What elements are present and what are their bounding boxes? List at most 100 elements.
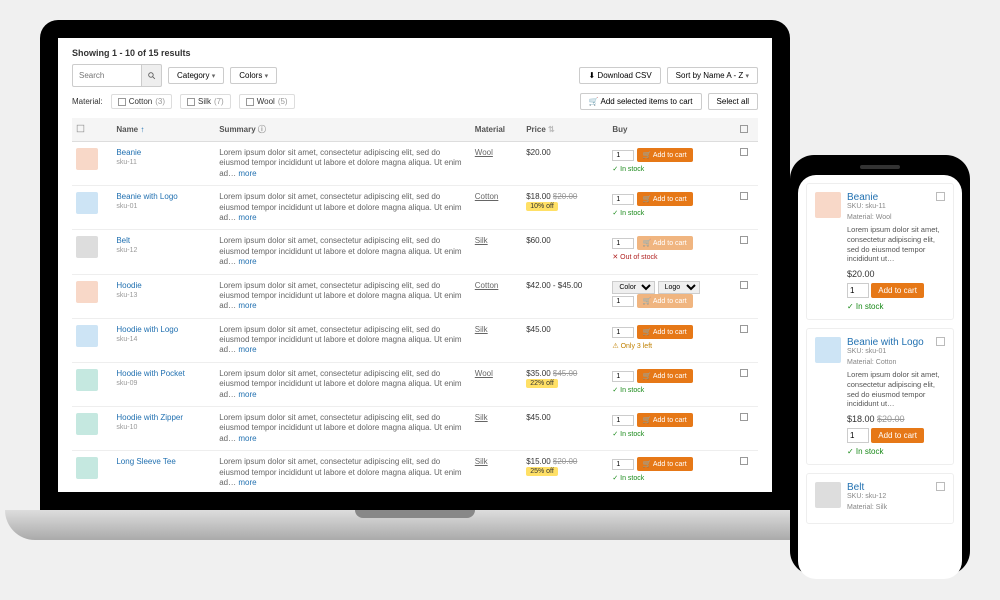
material-tag[interactable]: Wool (475, 148, 493, 157)
add-to-cart-button[interactable]: 🛒 Add to cart (637, 325, 693, 339)
material-tag[interactable]: Silk (475, 457, 488, 466)
row-checkbox[interactable] (936, 482, 945, 491)
add-to-cart-button[interactable]: 🛒 Add to cart (637, 369, 693, 383)
row-checkbox[interactable] (936, 337, 945, 346)
quantity-input[interactable] (612, 194, 634, 205)
more-link[interactable]: more (238, 257, 256, 266)
product-name-link[interactable]: Belt (116, 236, 130, 245)
product-name-link[interactable]: Beanie with Logo (116, 192, 177, 201)
quantity-input[interactable] (847, 428, 869, 443)
discount-badge: 25% off (526, 467, 558, 476)
product-name-link[interactable]: Hoodie with Pocket (116, 369, 184, 378)
product-name-link[interactable]: Long Sleeve Tee (116, 457, 175, 466)
product-thumbnail[interactable] (76, 413, 98, 435)
more-link[interactable]: more (238, 345, 256, 354)
product-thumbnail[interactable] (76, 236, 98, 258)
image-icon (76, 124, 85, 133)
price-cell: $20.00 (522, 142, 608, 186)
product-sku: sku-13 (116, 292, 137, 299)
col-name[interactable]: Name ↑ (112, 118, 215, 142)
quantity-input[interactable] (612, 150, 634, 161)
add-selected-button[interactable]: 🛒 Add selected items to cart (580, 93, 702, 110)
filter-chip-silk[interactable]: Silk (7) (180, 94, 231, 109)
material-tag[interactable]: Cotton (475, 192, 499, 201)
product-thumbnail[interactable] (76, 281, 98, 303)
logo-select[interactable]: Logo (658, 281, 700, 294)
quantity-input[interactable] (612, 415, 634, 426)
color-select[interactable]: Color (612, 281, 655, 294)
product-name-link[interactable]: Hoodie (116, 281, 141, 290)
product-thumbnail[interactable] (815, 192, 841, 218)
price-value: $15.00 (526, 457, 550, 466)
row-checkbox[interactable] (740, 192, 748, 200)
product-thumbnail[interactable] (76, 457, 98, 479)
add-to-cart-button[interactable]: Add to cart (871, 283, 924, 298)
col-select (736, 118, 758, 142)
colors-dropdown[interactable]: Colors ▾ (230, 67, 277, 84)
row-checkbox[interactable] (740, 369, 748, 377)
product-thumbnail[interactable] (815, 337, 841, 363)
add-to-cart-button[interactable]: 🛒 Add to cart (637, 457, 693, 471)
add-to-cart-button[interactable]: 🛒 Add to cart (637, 294, 693, 308)
add-to-cart-button[interactable]: 🛒 Add to cart (637, 236, 693, 250)
filter-chip-wool[interactable]: Wool (5) (239, 94, 295, 109)
quantity-input[interactable] (612, 327, 634, 338)
more-link[interactable]: more (238, 169, 256, 178)
row-checkbox[interactable] (740, 325, 748, 333)
product-thumbnail[interactable] (76, 325, 98, 347)
product-name-link[interactable]: Beanie with Logo (847, 337, 945, 348)
row-checkbox[interactable] (740, 457, 748, 465)
product-name-link[interactable]: Hoodie with Zipper (116, 413, 183, 422)
price-original: $20.00 (553, 192, 577, 201)
more-link[interactable]: more (238, 301, 256, 310)
col-material[interactable]: Material (471, 118, 522, 142)
quantity-input[interactable] (612, 371, 634, 382)
row-checkbox[interactable] (740, 148, 748, 156)
stock-status: ⚠ Only 3 left (612, 342, 732, 350)
quantity-input[interactable] (612, 296, 634, 307)
product-name-link[interactable]: Hoodie with Logo (116, 325, 178, 334)
col-price[interactable]: Price ⇅ (522, 118, 608, 142)
product-summary: Lorem ipsum dolor sit amet, consectetur … (215, 186, 471, 230)
material-filter-label: Material: (72, 97, 103, 106)
material-tag[interactable]: Silk (475, 325, 488, 334)
category-dropdown[interactable]: Category ▾ (168, 67, 224, 84)
product-thumbnail[interactable] (76, 148, 98, 170)
download-csv-button[interactable]: ⬇ Download CSV (579, 67, 660, 84)
quantity-input[interactable] (612, 459, 634, 470)
add-to-cart-button[interactable]: 🛒 Add to cart (637, 148, 693, 162)
phone-frame: BeanieSKU: sku-11Material: WoolLorem ips… (790, 155, 970, 575)
product-thumbnail[interactable] (815, 482, 841, 508)
product-summary: Lorem ipsum dolor sit amet, consectetur … (215, 451, 471, 492)
more-link[interactable]: more (238, 434, 256, 443)
more-link[interactable]: more (238, 390, 256, 399)
add-to-cart-button[interactable]: 🛒 Add to cart (637, 413, 693, 427)
select-all-button[interactable]: Select all (708, 93, 758, 110)
row-checkbox[interactable] (740, 413, 748, 421)
more-link[interactable]: more (238, 213, 256, 222)
product-thumbnail[interactable] (76, 369, 98, 391)
laptop-frame: Showing 1 - 10 of 15 results Category ▾ … (40, 20, 790, 540)
product-name-link[interactable]: Beanie (847, 192, 945, 203)
sort-dropdown[interactable]: Sort by Name A - Z ▾ (667, 67, 758, 84)
row-checkbox[interactable] (740, 236, 748, 244)
product-summary: Lorem ipsum dolor sit amet, consectetur … (215, 230, 471, 274)
search-button[interactable] (142, 64, 162, 87)
quantity-input[interactable] (847, 283, 869, 298)
search-input[interactable] (72, 64, 142, 87)
product-thumbnail[interactable] (76, 192, 98, 214)
product-name-link[interactable]: Beanie (116, 148, 141, 157)
filter-chip-cotton[interactable]: Cotton (3) (111, 94, 172, 109)
add-to-cart-button[interactable]: 🛒 Add to cart (637, 192, 693, 206)
more-link[interactable]: more (238, 478, 256, 487)
add-to-cart-button[interactable]: Add to cart (871, 428, 924, 443)
mobile-product-card: BeltSKU: sku-12Material: Silk (806, 473, 954, 524)
material-tag[interactable]: Cotton (475, 281, 499, 290)
quantity-input[interactable] (612, 238, 634, 249)
row-checkbox[interactable] (740, 281, 748, 289)
material-tag[interactable]: Silk (475, 236, 488, 245)
row-checkbox[interactable] (936, 192, 945, 201)
material-tag[interactable]: Wool (475, 369, 493, 378)
product-name-link[interactable]: Belt (847, 482, 945, 493)
material-tag[interactable]: Silk (475, 413, 488, 422)
